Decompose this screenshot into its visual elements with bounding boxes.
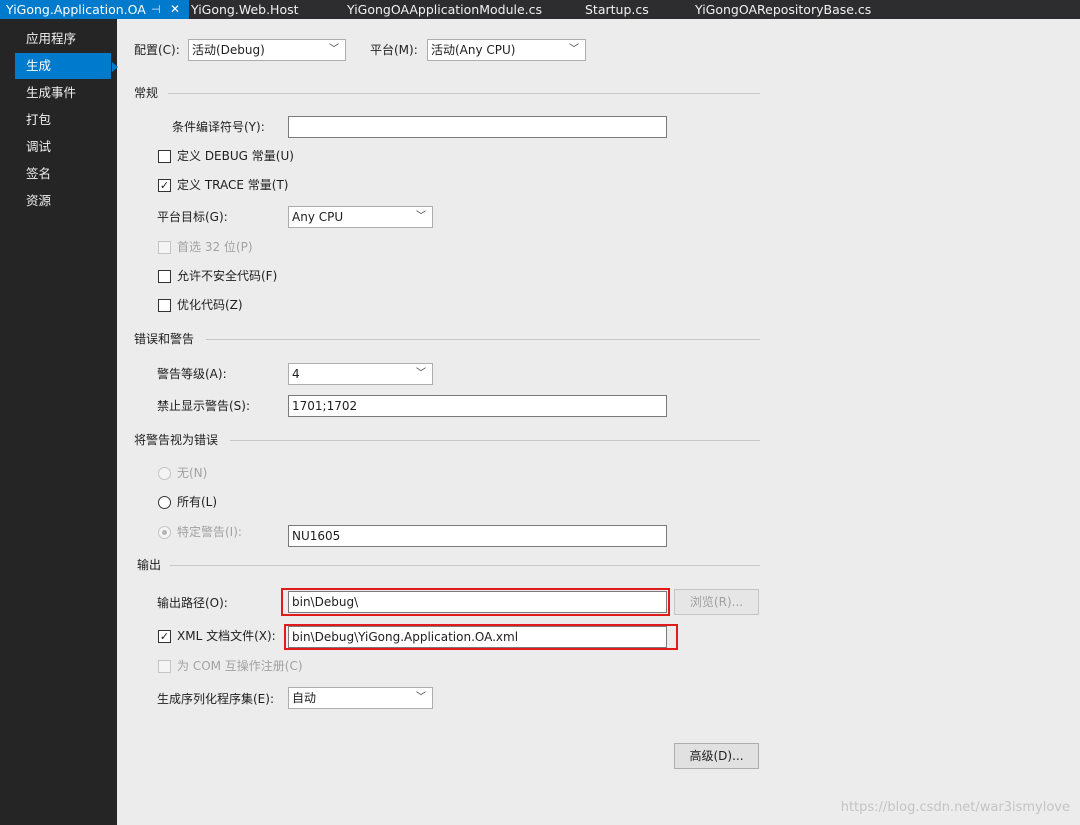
warnings-specific-label: 特定警告(I): [177,525,242,539]
general-heading: 常规 [134,86,159,100]
configuration-value: 活动(Debug) [192,43,265,57]
browse-button[interactable]: 浏览(R)... [674,589,759,615]
allow-unsafe-checkbox[interactable] [158,270,171,283]
warnings-all-radio[interactable] [158,496,171,509]
warning-level-label: 警告等级(A): [157,367,227,381]
advanced-button[interactable]: 高级(D)... [674,743,759,769]
sidebar-item-label: 调试 [26,139,52,154]
sidebar-item-application[interactable]: 应用程序 [15,26,111,52]
project-properties-sidebar: 应用程序 生成 生成事件 打包 调试 签名 资源 [0,19,118,825]
com-interop-checkbox[interactable] [158,660,171,673]
prefer-32bit-checkbox[interactable] [158,241,171,254]
platform-label: 平台(M): [370,43,418,57]
configuration-select[interactable]: 活动(Debug) ﹀ [188,39,346,61]
errors-warnings-heading: 错误和警告 [134,332,195,346]
tab-startup[interactable]: Startup.cs [585,0,649,19]
platform-value: 活动(Any CPU) [431,43,516,57]
sidebar-item-label: 资源 [26,193,52,208]
sidebar-item-debug[interactable]: 调试 [15,134,111,160]
warning-level-select[interactable]: 4 ﹀ [288,363,433,385]
close-icon[interactable]: ✕ [170,0,180,19]
serialization-label: 生成序列化程序集(E): [157,692,274,706]
configuration-label: 配置(C): [134,43,180,57]
chevron-down-icon: ﹀ [416,692,426,703]
chevron-down-icon: ﹀ [329,44,339,55]
output-path-label: 输出路径(O): [157,596,228,610]
warnings-none-radio[interactable] [158,467,171,480]
xml-doc-checkbox[interactable]: ✓ [158,630,171,643]
define-debug-label: 定义 DEBUG 常量(U) [177,149,294,163]
sidebar-item-label: 生成事件 [26,85,77,100]
xml-doc-path-input[interactable]: bin\Debug\YiGong.Application.OA.xml [288,626,667,648]
warnings-none-label: 无(N) [177,466,208,480]
conditional-symbols-input[interactable] [288,116,667,138]
platform-target-label: 平台目标(G): [157,210,228,224]
suppress-warnings-input[interactable]: 1701;1702 [288,395,667,417]
divider [230,440,760,441]
sidebar-item-package[interactable]: 打包 [15,107,111,133]
tab-label: YiGongOARepositoryBase.cs [695,2,872,17]
sidebar-item-resources[interactable]: 资源 [15,188,111,214]
allow-unsafe-label: 允许不安全代码(F) [177,269,278,283]
xml-doc-label: XML 文档文件(X): [177,629,276,643]
sidebar-item-build-events[interactable]: 生成事件 [15,80,111,106]
radio-selected-dot [162,530,167,535]
divider [170,565,760,566]
sidebar-item-label: 生成 [26,58,52,73]
tab-yigong-web-host[interactable]: YiGong.Web.Host [191,0,299,19]
watermark: https://blog.csdn.net/war3ismylove [840,800,1070,815]
tab-label: Startup.cs [585,2,649,17]
sidebar-item-signing[interactable]: 签名 [15,161,111,187]
chevron-down-icon: ﹀ [416,368,426,379]
platform-target-select[interactable]: Any CPU ﹀ [288,206,433,228]
selection-arrow-icon [112,62,118,72]
define-trace-checkbox[interactable]: ✓ [158,179,171,192]
tab-yigongoarepositorybase[interactable]: YiGongOARepositoryBase.cs [695,0,871,19]
pin-icon[interactable]: ⊣ [151,0,161,19]
define-trace-label: 定义 TRACE 常量(T) [177,178,289,192]
define-debug-checkbox[interactable] [158,150,171,163]
output-path-input[interactable]: bin\Debug\ [288,591,667,613]
conditional-symbols-label: 条件编译符号(Y): [172,120,265,134]
warnings-specific-radio[interactable] [158,526,171,539]
divider [168,93,760,94]
tab-label: YiGongOAApplicationModule.cs [347,2,543,17]
output-heading: 输出 [137,558,162,572]
tab-yigong-application-oa[interactable]: YiGong.Application.OA ⊣ ✕ [0,0,189,19]
serialization-value: 自动 [292,691,317,705]
sidebar-item-label: 签名 [26,166,52,181]
tab-label: YiGong.Web.Host [191,2,299,17]
com-interop-label: 为 COM 互操作注册(C) [177,659,303,673]
optimize-code-checkbox[interactable] [158,299,171,312]
sidebar-item-label: 应用程序 [26,31,77,46]
document-tab-bar: YiGong.Application.OA ⊣ ✕ YiGong.Web.Hos… [0,0,1080,19]
divider [206,339,760,340]
serialization-select[interactable]: 自动 ﹀ [288,687,433,709]
platform-select[interactable]: 活动(Any CPU) ﹀ [427,39,586,61]
chevron-down-icon: ﹀ [416,211,426,222]
warnings-all-label: 所有(L) [177,495,218,509]
chevron-down-icon: ﹀ [569,44,579,55]
platform-target-value: Any CPU [292,210,344,224]
tab-yigongoaapplicationmodule[interactable]: YiGongOAApplicationModule.cs [347,0,542,19]
treat-warnings-heading: 将警告视为错误 [134,433,219,447]
sidebar-item-label: 打包 [26,112,52,127]
suppress-warnings-label: 禁止显示警告(S): [157,399,251,413]
prefer-32bit-label: 首选 32 位(P) [177,240,253,254]
sidebar-item-build[interactable]: 生成 [15,53,118,79]
specific-warnings-input[interactable]: NU1605 [288,525,667,547]
tab-label: YiGong.Application.OA [6,2,146,17]
warning-level-value: 4 [292,367,300,381]
optimize-code-label: 优化代码(Z) [177,298,243,312]
